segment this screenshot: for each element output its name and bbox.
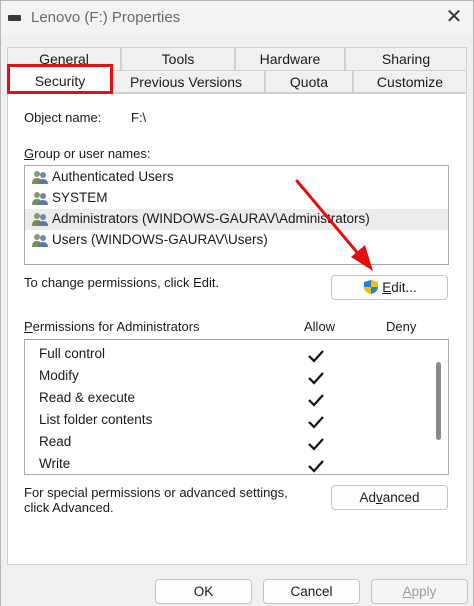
tab-sharing[interactable]: Sharing	[345, 47, 467, 70]
advanced-label-post: anced	[382, 490, 420, 505]
checkmark-icon	[308, 394, 324, 407]
group-names-mnemonic: G	[24, 146, 35, 161]
drive-icon	[8, 15, 21, 21]
users-icon	[32, 234, 48, 247]
permission-name: Modify	[39, 368, 79, 383]
permissions-mnemonic: P	[24, 319, 33, 334]
users-icon	[32, 171, 48, 184]
tab-previous-versions[interactable]: Previous Versions	[107, 70, 265, 93]
special-permissions-line2: click Advanced.	[24, 500, 114, 515]
advanced-mnemonic: v	[375, 490, 383, 505]
permissions-label-rest: ermissions for Administrators	[32, 319, 200, 334]
properties-window: Lenovo (F:) Properties ✕ General Tools H…	[0, 0, 474, 606]
annotation-arrow-icon	[295, 179, 373, 271]
edit-label-rest: dit...	[391, 280, 417, 295]
apply-mnemonic: A	[402, 584, 412, 599]
object-name-value: F:\	[131, 110, 147, 125]
edit-mnemonic: E	[382, 280, 392, 295]
tab-tools[interactable]: Tools	[121, 47, 235, 70]
permission-name: List folder contents	[39, 412, 153, 427]
allow-column-header: Allow	[304, 319, 336, 334]
checkmark-icon	[308, 438, 324, 451]
user-name: Authenticated Users	[52, 169, 174, 184]
permission-name: Full control	[39, 346, 106, 361]
checkmark-icon	[308, 460, 324, 473]
deny-column-header: Deny	[386, 319, 417, 334]
tab-security[interactable]: Security	[7, 64, 113, 94]
shield-icon	[364, 280, 379, 294]
apply-label-rest: pply	[411, 584, 437, 599]
ok-button[interactable]: OK	[155, 579, 252, 604]
apply-button[interactable]: Apply	[371, 579, 468, 604]
tab-quota[interactable]: Quota	[265, 70, 353, 93]
title-bar: Lenovo (F:) Properties ✕	[1, 1, 473, 35]
advanced-button[interactable]: Advanced	[331, 485, 448, 510]
close-button[interactable]: ✕	[441, 5, 467, 31]
group-names-label-rest: roup or user names:	[34, 146, 151, 161]
group-names-label: Group or user names:	[24, 146, 150, 161]
user-name: Users (WINDOWS-GAURAV\Users)	[52, 232, 268, 247]
users-icon	[32, 213, 48, 226]
users-icon	[32, 192, 48, 205]
cancel-button[interactable]: Cancel	[263, 579, 360, 604]
user-name: SYSTEM	[52, 190, 108, 205]
tab-customize[interactable]: Customize	[353, 70, 467, 93]
checkmark-icon	[308, 350, 324, 363]
permission-name: Write	[39, 456, 71, 471]
permission-name: Read	[39, 434, 72, 449]
permissions-scrollbar[interactable]	[436, 362, 441, 440]
special-permissions-line1: For special permissions or advanced sett…	[24, 485, 288, 500]
permissions-label: Permissions for Administrators	[24, 319, 200, 334]
permissions-list[interactable]: Full control Modify Read & execute List …	[24, 339, 449, 475]
advanced-label-pre: Ad	[359, 490, 376, 505]
object-name-label: Object name:	[24, 110, 102, 125]
change-permissions-text: To change permissions, click Edit.	[24, 275, 220, 290]
checkmark-icon	[308, 372, 324, 385]
checkmark-icon	[308, 416, 324, 429]
tab-hardware[interactable]: Hardware	[235, 47, 345, 70]
window-title: Lenovo (F:) Properties	[31, 9, 181, 26]
permission-name: Read & execute	[39, 390, 136, 405]
